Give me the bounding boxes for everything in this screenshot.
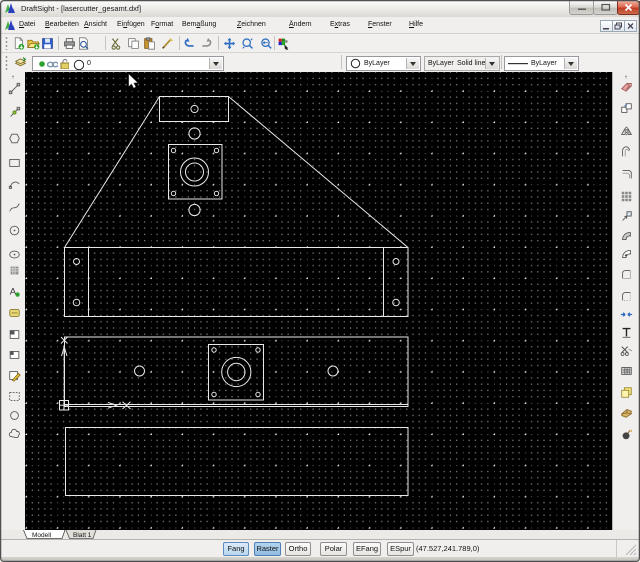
- svg-text:Modell: Modell: [32, 532, 52, 539]
- svg-text:A: A: [10, 287, 17, 298]
- svg-text:Blatt 1: Blatt 1: [73, 532, 92, 539]
